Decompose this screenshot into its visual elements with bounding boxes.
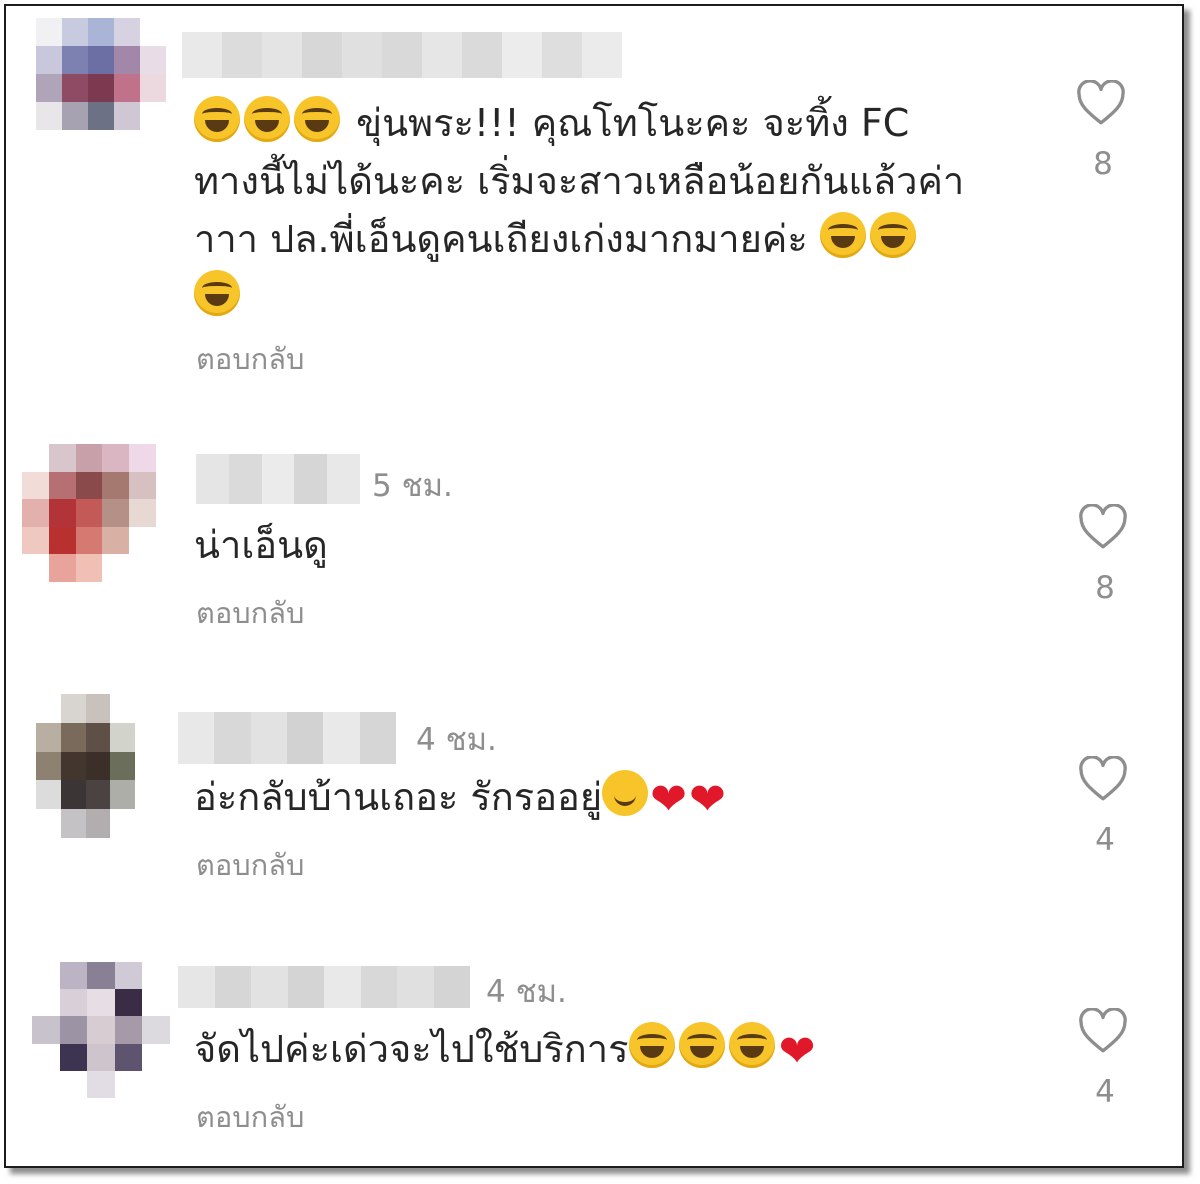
- heart-outline-icon[interactable]: [1076, 80, 1126, 126]
- laugh-emoji-icon: [294, 96, 340, 142]
- reply-button[interactable]: ตอบกลับ: [196, 842, 304, 888]
- comment-text: อ่ะกลับบ้านเถอะ รักรออยู่ ❤❤: [194, 768, 728, 829]
- comment-time[interactable]: 4 ชม.: [486, 966, 567, 1016]
- reply-button[interactable]: ตอบกลับ: [196, 1094, 304, 1140]
- username-blurred[interactable]: [182, 32, 622, 78]
- username-blurred[interactable]: [178, 712, 396, 764]
- avatar[interactable]: [36, 694, 160, 838]
- like-count: 8: [1093, 146, 1113, 182]
- comment-line-text: อ่ะกลับบ้านเถอะ รักรออยู่: [194, 775, 603, 819]
- comment-list-screenshot: ขุ่นพระ!!! คุณโทโนะคะ จะทิ้ง FC ทางนี้ไม…: [4, 4, 1184, 1168]
- comment-item: ขุ่นพระ!!! คุณโทโนะคะ จะทิ้ง FC ทางนี้ไม…: [6, 6, 1182, 406]
- laugh-emoji-icon: [628, 1022, 675, 1068]
- username-blurred[interactable]: [178, 966, 470, 1008]
- comment-line: ขุ่นพระ!!! คุณโทโนะคะ จะทิ้ง FC: [194, 94, 964, 152]
- laugh-emoji-icon: [194, 270, 240, 316]
- red-heart-emoji-icon: ❤: [689, 774, 726, 825]
- like-count: 8: [1095, 570, 1115, 606]
- avatar[interactable]: [32, 962, 170, 1098]
- comment-time[interactable]: 5 ชม.: [372, 460, 453, 510]
- comment-text: ขุ่นพระ!!! คุณโทโนะคะ จะทิ้ง FC ทางนี้ไม…: [194, 94, 964, 326]
- comment-line-text: าาา ปล.พี่เอ็นดูคนเถียงเก่งมากมายค่ะ: [194, 217, 808, 261]
- comment-line: ทางนี้ไม่ได้นะคะ เริ่มจะสาวเหลือน้อยกันแ…: [194, 159, 965, 203]
- username-blurred[interactable]: [196, 454, 360, 504]
- comment-text: จัดไปค่ะเด่วจะไปใช้บริการ ❤: [194, 1020, 817, 1081]
- heart-outline-icon[interactable]: [1078, 756, 1128, 802]
- laugh-emoji-icon: [244, 96, 290, 142]
- avatar[interactable]: [36, 18, 166, 158]
- comment-line: [194, 268, 964, 326]
- laugh-emoji-icon: [678, 1022, 725, 1068]
- comment-item: 4 ชม. จัดไปค่ะเด่วจะไปใช้บริการ ❤ ตอบกลับ…: [6, 946, 1182, 1166]
- like-count: 4: [1095, 822, 1115, 858]
- reply-button[interactable]: ตอบกลับ: [196, 590, 304, 636]
- like-count: 4: [1095, 1074, 1115, 1110]
- heart-outline-icon[interactable]: [1078, 1008, 1128, 1054]
- red-heart-emoji-icon: ❤: [778, 1026, 816, 1077]
- laugh-emoji-icon: [819, 212, 866, 258]
- laugh-emoji-icon: [869, 212, 916, 258]
- comment-line-text: จัดไปค่ะเด่วจะไปใช้บริการ: [194, 1027, 629, 1071]
- red-heart-emoji-icon: ❤: [650, 774, 688, 825]
- reply-button[interactable]: ตอบกลับ: [196, 336, 304, 382]
- comment-line-text: ขุ่นพระ!!! คุณโทโนะคะ จะทิ้ง FC: [356, 101, 910, 145]
- comment-item: 4 ชม. อ่ะกลับบ้านเถอะ รักรออยู่ ❤❤ ตอบกลั…: [6, 686, 1182, 926]
- avatar[interactable]: [22, 444, 156, 582]
- comment-line: าาา ปล.พี่เอ็นดูคนเถียงเก่งมากมายค่ะ: [194, 210, 964, 268]
- laugh-emoji-icon: [194, 96, 240, 142]
- heart-outline-icon[interactable]: [1078, 504, 1128, 550]
- comment-time[interactable]: 4 ชม.: [416, 714, 497, 764]
- laugh-emoji-icon: [728, 1022, 775, 1068]
- comment-text: น่าเอ็นดู: [194, 523, 328, 567]
- comment-item: 5 ชม. น่าเอ็นดู ตอบกลับ 8: [6, 426, 1182, 666]
- smiling-emoji-icon: [602, 770, 649, 816]
